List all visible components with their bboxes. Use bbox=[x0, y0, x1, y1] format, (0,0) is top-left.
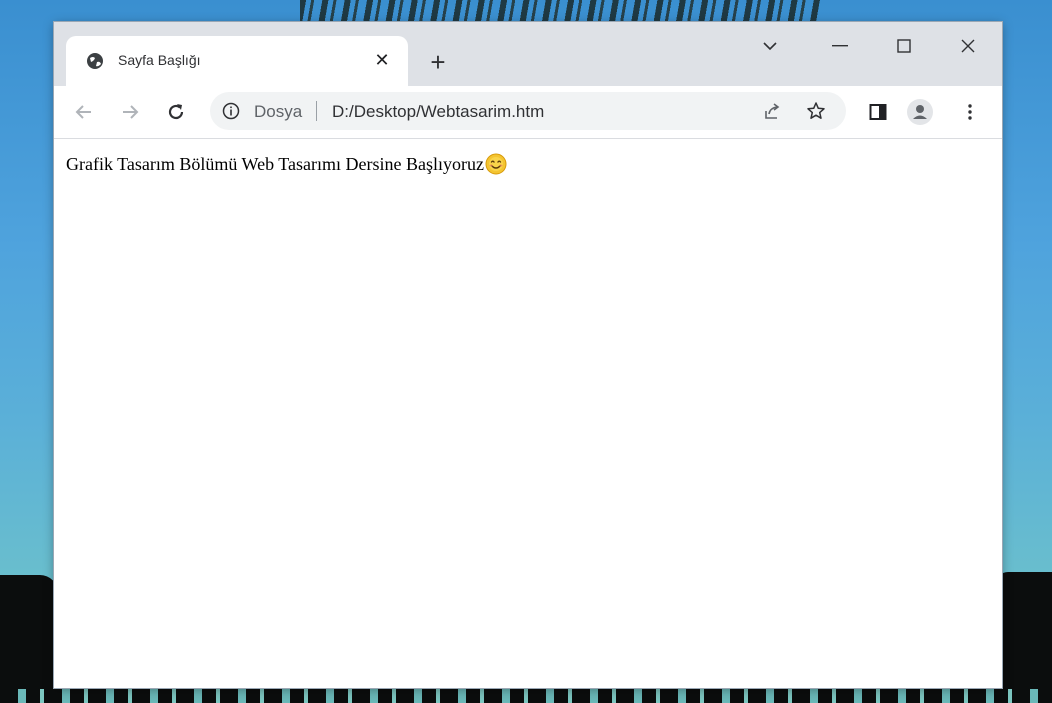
tab-title: Sayfa Başlığı bbox=[118, 52, 201, 68]
globe-icon bbox=[86, 52, 104, 70]
new-tab-button[interactable]: + bbox=[424, 48, 452, 76]
reload-icon[interactable] bbox=[162, 98, 190, 126]
kebab-menu-icon[interactable] bbox=[956, 98, 984, 126]
minimize-icon[interactable] bbox=[820, 32, 860, 60]
scheme-label: Dosya bbox=[254, 102, 303, 121]
chevron-down-icon[interactable] bbox=[750, 32, 790, 60]
browser-window: Sayfa Başlığı ✕ + Dosya D:/Desktop/Webta… bbox=[54, 22, 1002, 688]
share-icon[interactable] bbox=[762, 101, 782, 121]
profile-avatar-icon[interactable] bbox=[906, 98, 934, 126]
wallpaper-tree-branches bbox=[300, 0, 820, 24]
wallpaper-ground-right bbox=[996, 572, 1052, 703]
address-bar[interactable]: Dosya D:/Desktop/Webtasarim.htm bbox=[210, 92, 846, 130]
title-bar: Sayfa Başlığı ✕ + bbox=[54, 22, 1002, 86]
side-panel-icon[interactable] bbox=[864, 98, 892, 126]
url-text[interactable]: D:/Desktop/Webtasarim.htm bbox=[332, 102, 544, 122]
address-separator bbox=[316, 101, 317, 121]
maximize-icon[interactable] bbox=[884, 32, 924, 60]
wallpaper-ground-left bbox=[0, 575, 58, 703]
browser-toolbar: Dosya D:/Desktop/Webtasarim.htm bbox=[54, 86, 1002, 139]
back-arrow-icon[interactable] bbox=[70, 98, 98, 126]
page-content: Grafik Tasarım Bölümü Web Tasarımı Dersi… bbox=[54, 139, 1002, 688]
smiling-face-emoji-icon bbox=[485, 153, 507, 175]
close-icon[interactable] bbox=[948, 32, 988, 60]
page-body-text: Grafik Tasarım Bölümü Web Tasarımı Dersi… bbox=[66, 153, 507, 175]
info-icon[interactable] bbox=[222, 102, 240, 120]
star-icon[interactable] bbox=[806, 101, 826, 121]
tab-active[interactable]: Sayfa Başlığı ✕ bbox=[66, 36, 408, 86]
wallpaper-ground-bottom bbox=[0, 689, 1052, 703]
tab-close-icon[interactable]: ✕ bbox=[370, 48, 394, 72]
forward-arrow-icon[interactable] bbox=[116, 98, 144, 126]
page-text: Grafik Tasarım Bölümü Web Tasarımı Dersi… bbox=[66, 153, 484, 174]
